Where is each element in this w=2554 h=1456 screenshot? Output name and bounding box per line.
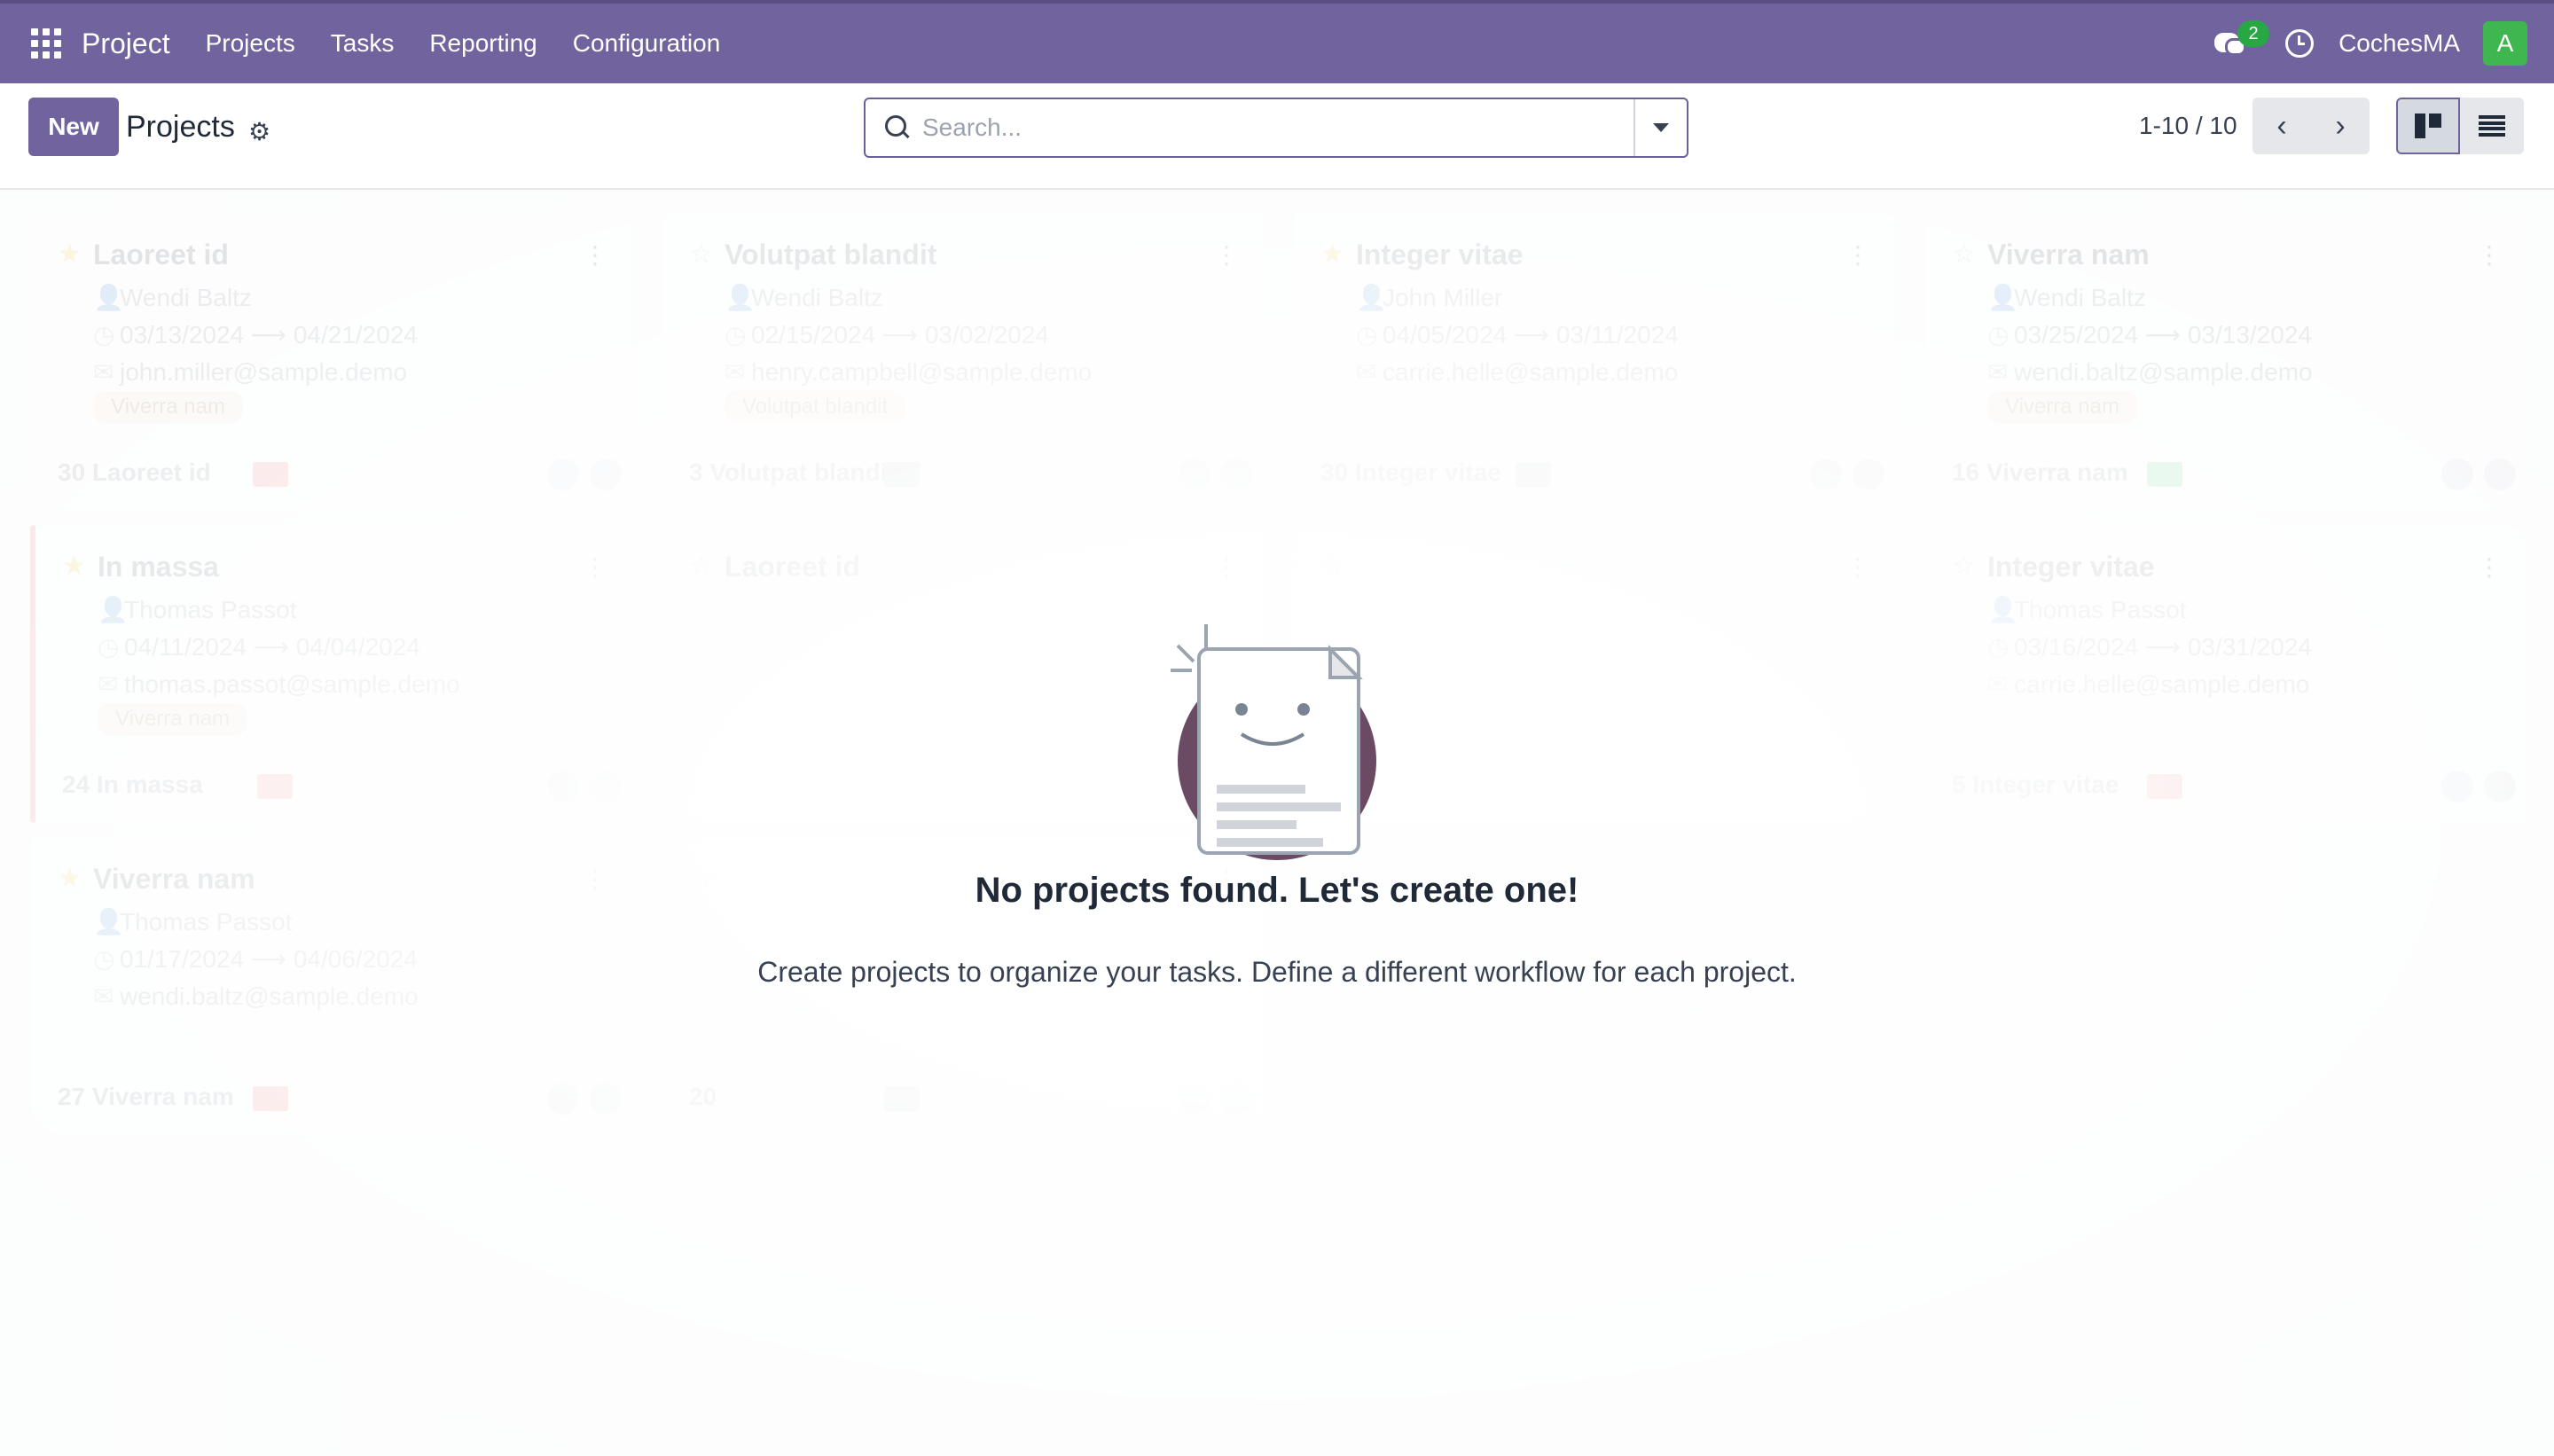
search-input[interactable]: [922, 114, 1632, 142]
menu-reporting[interactable]: Reporting: [429, 29, 537, 58]
messages-chat-icon[interactable]: 2: [2214, 20, 2270, 61]
empty-document-illustration: [1171, 624, 1376, 860]
list-view-button[interactable]: [2460, 98, 2524, 154]
gear-icon[interactable]: ⚙: [248, 117, 270, 146]
page-title: Projects: [126, 110, 235, 144]
empty-state-title: No projects found. Let's create one!: [975, 871, 1579, 910]
company-switcher[interactable]: CochesMA: [2339, 29, 2460, 58]
menu-projects[interactable]: Projects: [206, 29, 295, 58]
activity-clock-icon[interactable]: [2285, 29, 2315, 58]
empty-state-description: Create projects to organize your tasks. …: [757, 956, 1797, 988]
menu-tasks[interactable]: Tasks: [331, 29, 395, 58]
kanban-icon: [2415, 114, 2441, 138]
user-avatar[interactable]: A: [2483, 21, 2527, 66]
messages-count-badge: 2: [2237, 20, 2270, 47]
search-bar: [864, 98, 1688, 158]
new-project-button[interactable]: New: [28, 98, 119, 156]
app-menu-grid-icon[interactable]: [27, 24, 66, 63]
search-icon: [881, 112, 913, 144]
menu-configuration[interactable]: Configuration: [573, 29, 721, 58]
app-brand[interactable]: Project: [82, 27, 170, 60]
kanban-view-button[interactable]: [2396, 98, 2460, 154]
pager-value[interactable]: 1-10 / 10: [2139, 112, 2237, 140]
pager-previous-button[interactable]: ‹: [2252, 98, 2311, 154]
control-panel: New Projects ⚙ 1-10 / 10 ‹ ›: [0, 83, 2554, 190]
navbar-systray: 2 CochesMA A: [2214, 4, 2527, 83]
pager-next-button[interactable]: ›: [2311, 98, 2370, 154]
search-options-toggle[interactable]: [1633, 99, 1687, 156]
list-icon: [2479, 115, 2505, 137]
top-navbar: Project Projects Tasks Reporting Configu…: [0, 0, 2554, 83]
